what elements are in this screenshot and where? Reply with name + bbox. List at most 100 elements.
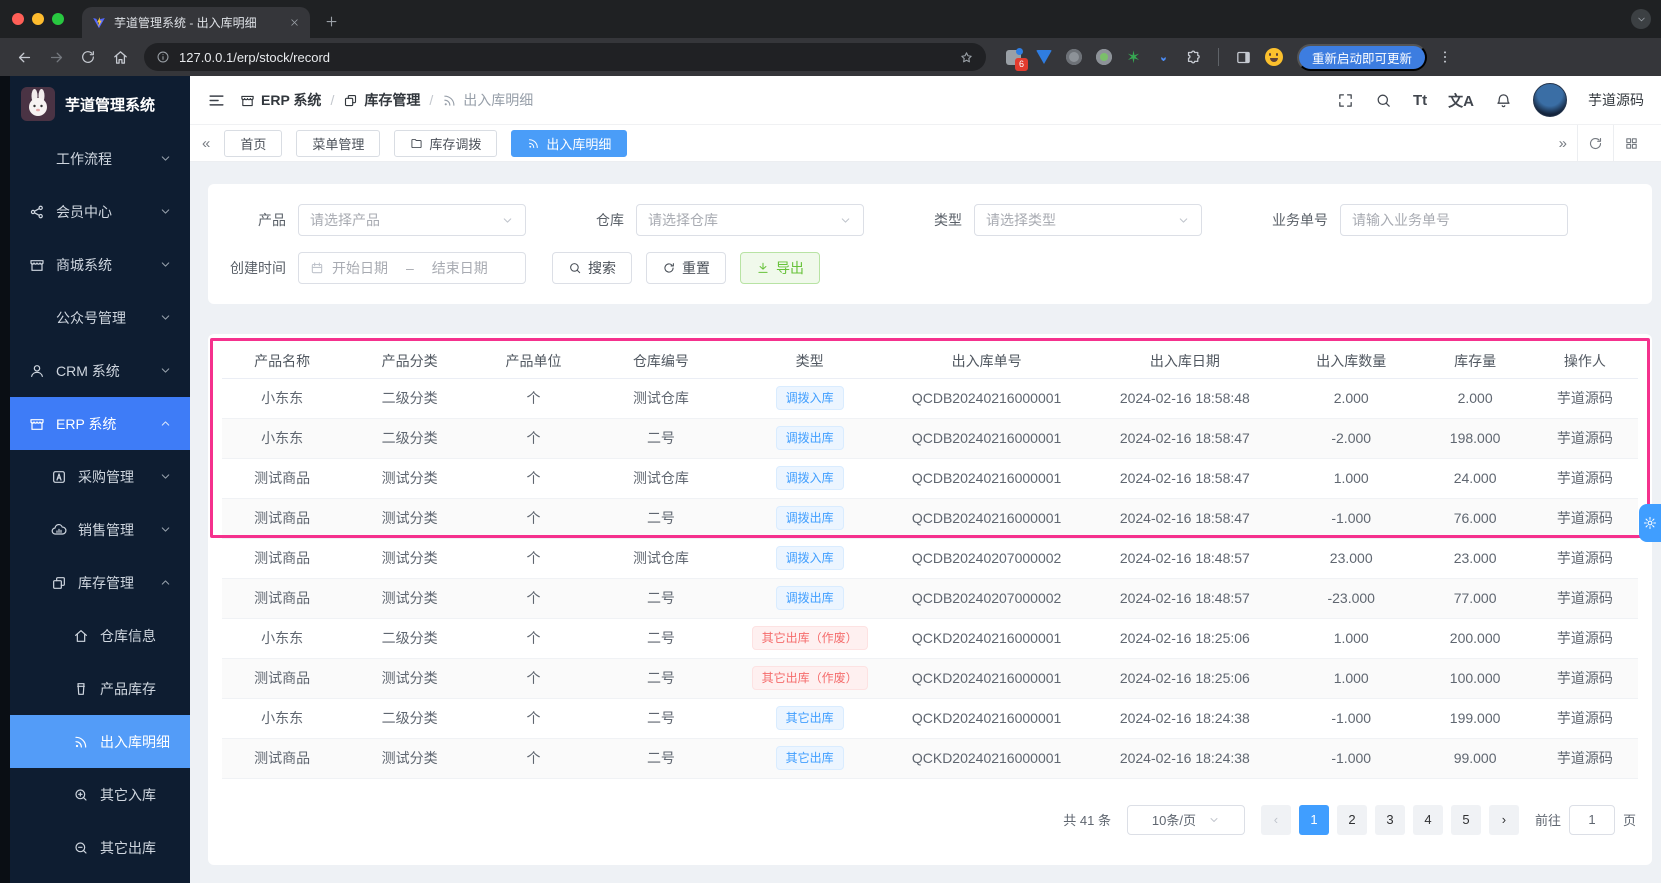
breadcrumb-item[interactable]: 出入库明细 (442, 90, 533, 110)
vue-devtools-icon[interactable] (1034, 48, 1053, 67)
cell-stock: 24.000 (1418, 458, 1532, 499)
cell-operator: 芋道源码 (1531, 698, 1638, 739)
table-row[interactable]: 小东东 二级分类 个 二号 其它出库 QCKD20240216000001 20… (222, 698, 1638, 739)
sidebar-item-其它入库[interactable]: 其它入库 (10, 768, 190, 821)
extension-green-icon[interactable] (1094, 48, 1113, 67)
tags-scroll-left-icon[interactable]: « (202, 135, 210, 152)
cell-order-no: QCDB20240216000001 (887, 418, 1086, 459)
sidebar-item-产品库存[interactable]: 产品库存 (10, 662, 190, 715)
table-row[interactable]: 小东东 二级分类 个 二号 调拨出库 QCDB20240216000001 20… (222, 418, 1638, 459)
page-button-5[interactable]: 5 (1450, 804, 1481, 835)
breadcrumb-item[interactable]: 库存管理 (343, 90, 420, 110)
font-size-icon[interactable]: Tt (1413, 92, 1427, 109)
extension-badge-icon[interactable]: 6 (1004, 47, 1028, 71)
tab-close-icon[interactable] (289, 17, 300, 28)
notifications-bell-icon[interactable] (1495, 92, 1512, 109)
sidebar-item-销售管理[interactable]: 销售管理 (10, 503, 190, 556)
tag-菜单管理[interactable]: 菜单管理 (296, 129, 381, 157)
bizno-input[interactable] (1352, 212, 1556, 228)
extensions-puzzle-icon[interactable] (1184, 48, 1203, 67)
page-size-select[interactable]: 10条/页 (1126, 804, 1245, 835)
forward-button[interactable] (42, 43, 70, 71)
back-button[interactable] (10, 43, 38, 71)
user-name[interactable]: 芋道源码 (1588, 90, 1644, 110)
table-row[interactable]: 测试商品 测试分类 个 二号 其它出库 QCKD20240216000001 2… (222, 738, 1638, 779)
tag-库存调拨[interactable]: 库存调拨 (394, 129, 498, 157)
layout-grid-icon[interactable] (1614, 136, 1649, 151)
sidebar-item-其它出库[interactable]: 其它出库 (10, 821, 190, 874)
export-button[interactable]: 导出 (740, 252, 820, 284)
sidebar-item-ERP 系统[interactable]: ERP 系统 (10, 397, 190, 450)
cell-order-no: QCDB20240216000001 (887, 498, 1086, 539)
app-logo-row[interactable]: 芋道管理系统 (10, 76, 190, 132)
zoom-window-button[interactable] (52, 13, 64, 25)
prev-page-button[interactable]: ‹ (1260, 804, 1291, 835)
table-row[interactable]: 测试商品 测试分类 个 二号 其它出库（作废） QCKD202402160000… (222, 658, 1638, 699)
tag-出入库明细[interactable]: 出入库明细 (511, 129, 628, 157)
table-row[interactable]: 测试商品 测试分类 个 测试仓库 调拨入库 QCDB20240207000002… (222, 538, 1638, 579)
address-bar[interactable]: 127.0.0.1/erp/stock/record (144, 43, 986, 71)
translate-icon[interactable]: 文A (1448, 90, 1474, 111)
close-window-button[interactable] (12, 13, 24, 25)
relaunch-update-button[interactable]: 重新启动即可更新 (1297, 43, 1428, 71)
sidebar-item-仓库信息[interactable]: 仓库信息 (10, 609, 190, 662)
sidebar-item-label: 其它出库 (100, 839, 156, 856)
cell-warehouse: 二号 (590, 658, 732, 699)
pinia-star-icon[interactable]: ✶ (1124, 48, 1143, 67)
cell-order-no: QCDB20240207000002 (887, 578, 1086, 619)
sidebar-item-库存管理[interactable]: 库存管理 (10, 556, 190, 609)
browser-tab[interactable]: 芋道管理系统 - 出入库明细 (82, 7, 310, 38)
product-select[interactable]: 请选择产品 (298, 204, 526, 236)
table-row[interactable]: 小东东 二级分类 个 二号 其它出库（作废） QCKD2024021600000… (222, 618, 1638, 659)
user-avatar[interactable] (1533, 83, 1567, 117)
page-button-2[interactable]: 2 (1336, 804, 1367, 835)
reload-button[interactable] (74, 43, 102, 71)
extension-gray-icon[interactable] (1064, 48, 1083, 67)
table-row[interactable]: 测试商品 测试分类 个 二号 调拨出库 QCDB20240216000001 2… (222, 498, 1638, 539)
table-row[interactable]: 测试商品 测试分类 个 测试仓库 调拨入库 QCDB20240216000001… (222, 458, 1638, 499)
sidebar-item-采购管理[interactable]: 采购管理 (10, 450, 190, 503)
page-button-3[interactable]: 3 (1374, 804, 1405, 835)
warehouse-select[interactable]: 请选择仓库 (636, 204, 864, 236)
cell-unit: 个 (476, 658, 591, 699)
new-tab-button[interactable] (318, 8, 344, 34)
cell-qty: -1.000 (1283, 698, 1419, 739)
sidebar-item-会员中心[interactable]: 会员中心 (10, 185, 190, 238)
sidebar-item-商城系统[interactable]: 商城系统 (10, 238, 190, 291)
type-badge: 调拨入库 (775, 546, 844, 570)
table-row[interactable]: 测试商品 测试分类 个 二号 调拨出库 QCDB20240207000002 2… (222, 578, 1638, 619)
theme-settings-gear-button[interactable] (1639, 504, 1661, 542)
home-button[interactable] (106, 43, 134, 71)
reset-button[interactable]: 重置 (646, 252, 726, 284)
bookmark-star-icon[interactable] (959, 50, 974, 65)
sidebar-item-CRM 系统[interactable]: CRM 系统 (10, 344, 190, 397)
double-chevron-icon[interactable]: ⌄ ⌄ (1154, 48, 1173, 67)
tab-overflow-chevron-icon[interactable] (1631, 9, 1651, 29)
browser-menu-icon[interactable] (1431, 43, 1459, 71)
collapse-sidebar-icon[interactable] (207, 91, 226, 110)
refresh-page-icon[interactable] (1578, 136, 1613, 151)
next-page-button[interactable]: › (1488, 804, 1519, 835)
minimize-window-button[interactable] (32, 13, 44, 25)
sidebar-item-公众号管理[interactable]: 公众号管理 (10, 291, 190, 344)
search-icon[interactable] (1375, 92, 1392, 109)
page-button-1[interactable]: 1 (1298, 804, 1329, 835)
table-row[interactable]: 小东东 二级分类 个 测试仓库 调拨入库 QCDB20240216000001 … (222, 378, 1638, 419)
bizno-label: 业务单号 (1272, 212, 1328, 228)
goto-page-input[interactable] (1568, 804, 1615, 835)
sidebar-item-工作流程[interactable]: 工作流程 (10, 132, 190, 185)
type-select[interactable]: 请选择类型 (974, 204, 1202, 236)
filter-created: 创建时间 开始日期 – 结束日期 (226, 252, 526, 284)
date-range-picker[interactable]: 开始日期 – 结束日期 (298, 252, 526, 284)
site-info-icon[interactable] (156, 50, 170, 64)
search-button[interactable]: 搜索 (552, 252, 632, 284)
emoji-extension-icon[interactable] (1264, 48, 1283, 67)
sidebar-item-出入库明细[interactable]: 出入库明细 (10, 715, 190, 768)
page-button-4[interactable]: 4 (1412, 804, 1443, 835)
tag-首页[interactable]: 首页 (224, 129, 283, 157)
fullscreen-icon[interactable] (1337, 92, 1354, 109)
breadcrumb-item[interactable]: ERP 系统 (240, 90, 321, 110)
cell-warehouse: 二号 (590, 418, 732, 459)
side-panel-icon[interactable] (1234, 48, 1253, 67)
tags-scroll-right-icon[interactable]: » (1549, 135, 1577, 152)
